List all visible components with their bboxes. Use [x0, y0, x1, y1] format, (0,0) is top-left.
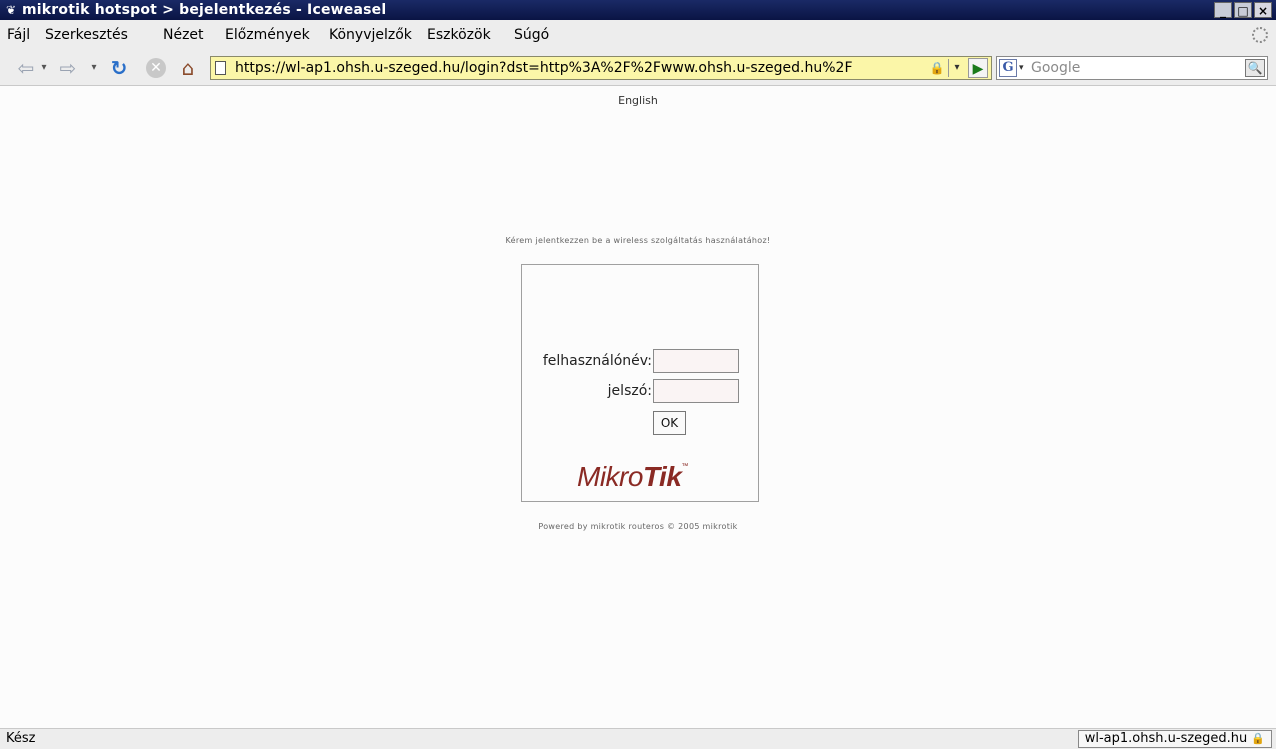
back-history-dropdown[interactable]: ▾ [40, 56, 48, 80]
close-button[interactable]: × [1254, 2, 1272, 18]
menu-view[interactable]: Nézet [163, 20, 204, 50]
url-text[interactable]: https://wl-ap1.ohsh.u-szeged.hu/login?ds… [235, 57, 853, 79]
window-titlebar: ❦ mikrotik hotspot > bejelentkezés - Ice… [0, 0, 1276, 20]
password-row: jelszó: [522, 379, 758, 405]
minimize-button[interactable]: _ [1214, 2, 1232, 18]
forward-arrow-icon[interactable]: ⇨ [56, 56, 80, 80]
search-engine-dropdown[interactable]: ▾ [1019, 59, 1024, 77]
status-text: Kész [6, 731, 36, 746]
lock-icon[interactable]: 🔒 [929, 60, 945, 76]
forward-history-dropdown[interactable]: ▾ [90, 56, 98, 80]
url-history-dropdown[interactable]: ▾ [948, 59, 965, 77]
google-icon[interactable]: G [999, 59, 1017, 77]
stop-icon[interactable]: ✕ [146, 58, 166, 78]
logo-part2: Tik [642, 461, 682, 492]
menu-tools[interactable]: Eszközök [427, 20, 491, 50]
password-label: jelszó: [607, 383, 652, 399]
status-bar: Kész wl-ap1.ohsh.u-szeged.hu 🔒 [0, 728, 1276, 749]
security-host-indicator[interactable]: wl-ap1.ohsh.u-szeged.hu 🔒 [1077, 730, 1272, 748]
menu-help[interactable]: Súgó [514, 20, 549, 50]
lock-icon: 🔒 [1251, 732, 1265, 745]
login-notice: Kérem jelentkezzen be a wireless szolgál… [505, 236, 771, 245]
menu-bookmarks[interactable]: Könyvjelzők [329, 20, 412, 50]
menu-edit[interactable]: Szerkesztés [45, 20, 128, 50]
password-input[interactable] [653, 379, 739, 403]
window-title: mikrotik hotspot > bejelentkezés - Icewe… [22, 2, 387, 18]
page-content: English Kérem jelentkezzen be a wireless… [0, 86, 1276, 728]
menu-history[interactable]: Előzmények [225, 20, 310, 50]
go-icon[interactable]: ▶ [968, 58, 988, 78]
home-icon[interactable]: ⌂ [176, 56, 200, 80]
logo-tm: ™ [681, 463, 688, 470]
iceweasel-icon[interactable]: ❦ [4, 3, 18, 17]
page-icon [215, 61, 226, 75]
search-box: G ▾ 🔍 [996, 56, 1268, 80]
mikrotik-logo: MikroTik™ [577, 461, 688, 493]
login-form: felhasználónév: jelszó: OK MikroTik™ [521, 264, 759, 502]
language-link[interactable]: English [0, 94, 1276, 107]
back-arrow-icon[interactable]: ⇦ [14, 56, 38, 80]
username-label: felhasználónév: [542, 353, 652, 369]
throbber-icon [1252, 27, 1268, 43]
host-text: wl-ap1.ohsh.u-szeged.hu [1084, 731, 1248, 746]
reload-icon[interactable]: ↻ [107, 56, 131, 80]
magnifier-icon[interactable]: 🔍 [1245, 59, 1265, 77]
window-controls: _ □ × [1214, 2, 1272, 18]
username-row: felhasználónév: [522, 349, 758, 375]
maximize-button[interactable]: □ [1234, 2, 1252, 18]
menu-bar: Fájl Szerkesztés Nézet Előzmények Könyvj… [0, 20, 1276, 50]
ok-button[interactable]: OK [653, 411, 686, 435]
search-input[interactable] [1031, 58, 1239, 78]
powered-by-text: Powered by mikrotik routeros © 2005 mikr… [538, 522, 738, 531]
address-bar[interactable]: https://wl-ap1.ohsh.u-szeged.hu/login?ds… [210, 56, 992, 80]
menu-file[interactable]: Fájl [7, 20, 30, 50]
navigation-toolbar: ⇦ ▾ ⇨ ▾ ↻ ✕ ⌂ https://wl-ap1.ohsh.u-szeg… [0, 50, 1276, 86]
username-input[interactable] [653, 349, 739, 373]
logo-part1: Mikro [577, 461, 643, 492]
